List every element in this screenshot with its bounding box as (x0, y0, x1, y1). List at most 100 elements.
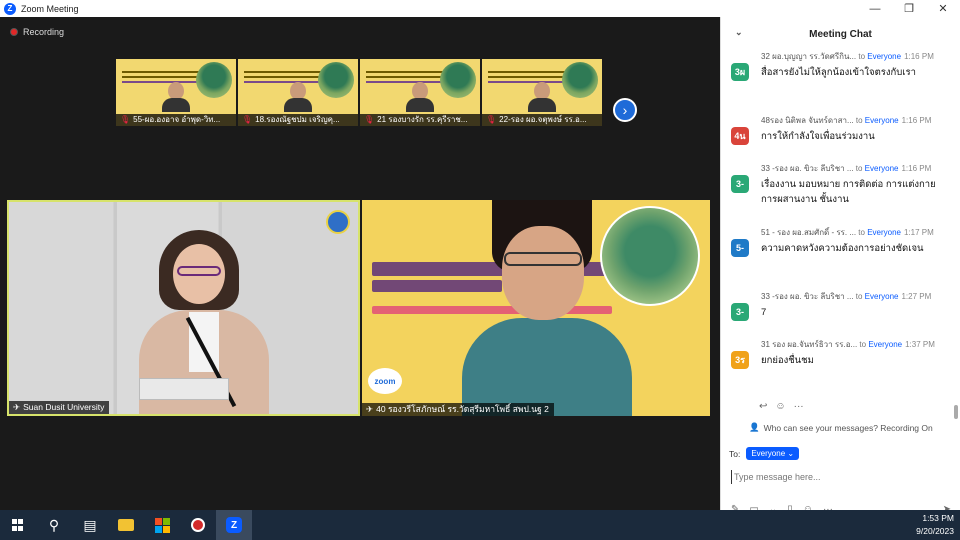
sender-name[interactable]: 48รอง นิติพล จันทร์ดาสา... (761, 116, 854, 125)
thumbnail-strip: 🎙 55-ผอ.องอาจ อำพุด-วิท... 🎙 18.รองณัฐชปม … (116, 59, 602, 126)
message-text: สื่อสารยังไม่ให้ลูกน้องเข้าใจตรงกับเรา (761, 67, 916, 78)
video-tile-active-speaker[interactable]: ✈ Suan Dusit University (7, 200, 360, 416)
message-actions: ↩ ☺ ··· (759, 401, 804, 412)
participant-thumbnail[interactable]: 🎙 18.รองณัฐชปม เจริญคุ... (238, 59, 358, 126)
message-text: ยกย่องชื่นชม (761, 355, 814, 366)
tile-name-label: ✈ Suan Dusit University (9, 401, 110, 414)
chat-message: 4น 48รอง นิติพล จันทร์ดาสา... to Everyon… (721, 115, 953, 163)
recipient-row: To: Everyone ⌄ (729, 447, 800, 460)
more-actions-icon[interactable]: ··· (794, 401, 804, 412)
avatar: 5- (731, 239, 749, 257)
sender-name[interactable]: 33 -รอง ผอ. ขิวะ ลีบริชา ... (761, 292, 854, 301)
close-button[interactable]: ✕ (926, 0, 960, 17)
zoom-taskbar-icon[interactable]: Z (216, 510, 252, 540)
participant-thumbnail[interactable]: 🎙 21 รองบางรัก รร.คุรีราช... (360, 59, 480, 126)
message-meta: 33 -รอง ผอ. ขิวะ ลีบริชา ... to Everyone… (761, 292, 932, 301)
visibility-note[interactable]: 👤 Who can see your messages? Recording O… (749, 422, 933, 433)
message-text: ความคาดหวังความต้องการอย่างชัดเจน (761, 243, 924, 254)
message-input[interactable] (731, 470, 941, 484)
zoom-badge-icon: zoom (368, 368, 402, 394)
chat-message: 3- 33 -รอง ผอ. ขิวะ ลีบริชา ... to Every… (721, 291, 953, 339)
system-clock[interactable]: 1:53 PM 9/20/2023 (916, 512, 954, 538)
reply-icon[interactable]: ↩ (759, 401, 767, 412)
participant-name-label: 🎙 18.รองณัฐชปม เจริญคุ... (238, 114, 358, 126)
building-photo (440, 62, 476, 98)
participant-name-label: 🎙 55-ผอ.องอาจ อำพุด-วิท... (116, 114, 236, 126)
chat-message: 5- 51 - รอง ผอ.สมศักดิ์ - รร. ... to Eve… (721, 227, 953, 291)
window-title: Zoom Meeting (21, 3, 79, 14)
recording-dot-icon (10, 28, 18, 36)
message-time: 1:16 PM (901, 164, 932, 173)
message-meta: 51 - รอง ผอ.สมศักดิ์ - รร. ... to Everyo… (761, 228, 934, 237)
sender-name[interactable]: 31 รอง ผอ.จันทร์ธิวา รร.อ... (761, 340, 857, 349)
start-button[interactable] (0, 510, 36, 540)
message-meta: 31 รอง ผอ.จันทร์ธิวา รร.อ... to Everyone… (761, 340, 935, 349)
avatar: 3ร (731, 351, 749, 369)
windows-logo-icon (12, 519, 24, 531)
participant-name-label: 🎙 21 รองบางรัก รร.คุรีราช... (360, 114, 480, 126)
mic-muted-icon: 🎙 (486, 115, 497, 124)
chat-scrollbar[interactable] (954, 405, 958, 419)
speaker-video (462, 200, 632, 416)
message-time: 1:17 PM (903, 228, 934, 237)
collapse-chevron-icon[interactable]: ⌄ (735, 27, 743, 38)
slide-banner (244, 71, 324, 73)
recipient-name: Everyone (867, 228, 901, 237)
task-view-icon[interactable]: ▤ (72, 510, 108, 540)
recipient-name: Everyone (867, 52, 902, 61)
file-explorer-icon[interactable] (108, 510, 144, 540)
participant-video (284, 82, 312, 114)
building-photo (196, 62, 232, 98)
avatar: 3- (731, 303, 749, 321)
restore-button[interactable]: ❐ (892, 0, 926, 17)
recipient-name: Everyone (864, 116, 899, 125)
recipient-name: Everyone (868, 340, 903, 349)
chat-title: Meeting Chat (809, 28, 872, 40)
chat-header: ⌄ Meeting Chat (721, 17, 960, 51)
sender-name[interactable]: 32 ผอ.บุญญา รร.วัดศรีกิน... (761, 52, 856, 61)
sender-name[interactable]: 33 -รอง ผอ. ขิวะ ลีบริชา ... (761, 164, 854, 173)
message-text: เรื่องงาน มอบหมาย การติดต่อ การแต่งกาย ก… (761, 179, 936, 205)
participant-video (162, 82, 190, 114)
mic-muted-icon: 🎙 (120, 115, 131, 124)
building-photo (562, 62, 598, 98)
recipient-dropdown[interactable]: Everyone ⌄ (746, 447, 800, 460)
window-controls: — ❐ ✕ (858, 0, 960, 17)
taskbar: ⚲ ▤ Z 1:53 PM 9/20/2023 (0, 510, 960, 540)
recipient-name: Everyone (864, 292, 899, 301)
participant-thumbnail[interactable]: 🎙 22-รอง ผอ.จตุพงษ์ รร.อ... (482, 59, 602, 126)
search-icon[interactable]: ⚲ (36, 510, 72, 540)
participant-thumbnail[interactable]: 🎙 55-ผอ.องอาจ อำพุด-วิท... (116, 59, 236, 126)
clock-date: 9/20/2023 (916, 526, 954, 536)
chat-message-list[interactable]: 3ผ 32 ผอ.บุญญา รร.วัดศรีกิน... to Everyo… (721, 51, 953, 391)
participant-video (528, 82, 556, 114)
slide-banner (488, 71, 568, 73)
chat-message: 3ผ 32 ผอ.บุญญา รร.วัดศรีกิน... to Everyo… (721, 51, 953, 115)
avatar: 3- (731, 175, 749, 193)
zoom-window: Z Zoom Meeting — ❐ ✕ Recording 🎙 55-ผอ.อง… (0, 0, 960, 540)
message-meta: 33 -รอง ผอ. ขิวะ ลีบริชา ... to Everyone… (761, 164, 932, 173)
message-text: 7 (761, 307, 767, 318)
university-emblem-icon (326, 210, 350, 234)
store-icon[interactable] (144, 510, 180, 540)
app-icon[interactable] (180, 510, 216, 540)
to-label: To: (729, 448, 741, 459)
pin-icon: ✈ (13, 402, 21, 412)
clock-time: 1:53 PM (922, 513, 954, 523)
recording-indicator[interactable]: Recording (10, 27, 64, 37)
participant-name-label: 🎙 22-รอง ผอ.จตุพงษ์ รร.อ... (482, 114, 602, 126)
chat-message: 3- 33 -รอง ผอ. ขิวะ ลีบริชา ... to Every… (721, 163, 953, 227)
minimize-button[interactable]: — (858, 0, 892, 17)
video-tile[interactable]: zoom ✈ 40 รองวรีโสภักษณ์ รร.วัดสุรีมหาโพธ… (362, 200, 710, 416)
building-photo (318, 62, 354, 98)
message-time: 1:27 PM (901, 292, 932, 301)
chat-panel: ⌄ Meeting Chat 3ผ 32 ผอ.บุญญา รร.วัดศรีก… (720, 17, 960, 515)
next-page-button[interactable]: › (613, 98, 637, 122)
slide-banner (122, 71, 202, 73)
message-meta: 48รอง นิติพล จันทร์ดาสา... to Everyone 1:… (761, 116, 932, 125)
title-bar: Z Zoom Meeting — ❐ ✕ (0, 0, 960, 17)
sender-name[interactable]: 51 - รอง ผอ.สมศักดิ์ - รร. ... (761, 228, 856, 237)
pin-icon: ✈ (366, 404, 374, 414)
emoji-reaction-icon[interactable]: ☺ (775, 401, 785, 412)
person-eye-icon: 👤 (749, 422, 760, 432)
